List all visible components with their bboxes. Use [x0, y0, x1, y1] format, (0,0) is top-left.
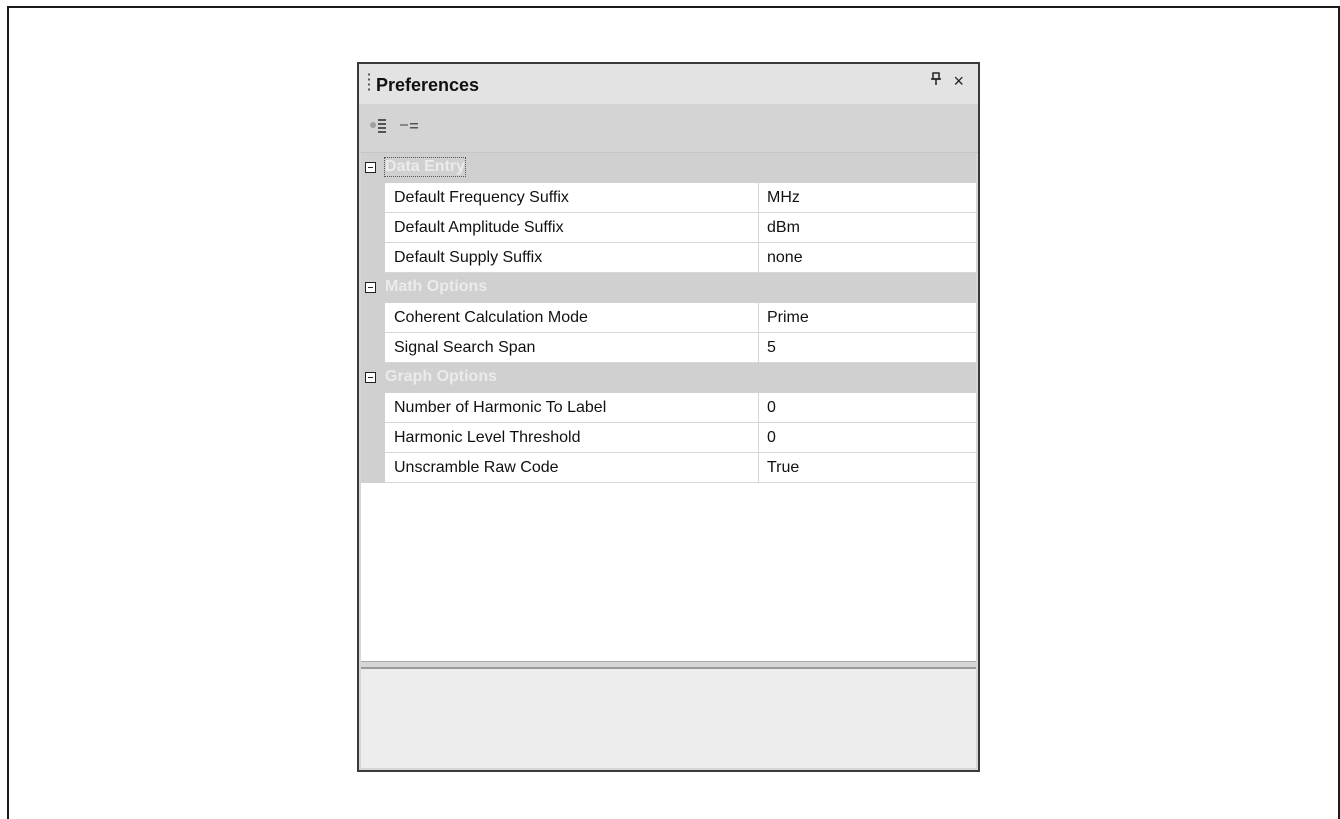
close-icon: × — [953, 71, 964, 91]
property-row[interactable]: Harmonic Level Threshold 0 — [361, 423, 976, 453]
alphabetical-icon — [400, 123, 418, 129]
property-name: Unscramble Raw Code — [394, 459, 559, 476]
property-name: Coherent Calculation Mode — [394, 309, 588, 326]
category-row-graph-options[interactable]: Graph Options — [361, 363, 976, 393]
panel-title: Preferences — [376, 75, 480, 95]
pin-icon — [931, 72, 941, 85]
column-divider[interactable] — [758, 213, 759, 242]
property-value[interactable]: 0 — [767, 429, 776, 447]
collapse-icon[interactable] — [365, 162, 376, 173]
category-label: Data Entry — [383, 157, 467, 177]
category-row-math-options[interactable]: Math Options — [361, 273, 976, 303]
property-name: Harmonic Level Threshold — [394, 429, 581, 446]
column-divider[interactable] — [758, 333, 759, 362]
property-name: Signal Search Span — [394, 339, 536, 356]
categorized-button[interactable] — [369, 118, 391, 136]
property-value[interactable]: True — [767, 459, 799, 477]
property-row[interactable]: Signal Search Span 5 — [361, 333, 976, 363]
category-label: Graph Options — [385, 368, 497, 385]
alphabetical-button[interactable] — [399, 118, 419, 136]
property-row[interactable]: Coherent Calculation Mode Prime — [361, 303, 976, 333]
property-grid: Data Entry Default Frequency Suffix MHz … — [361, 153, 976, 662]
category-label: Math Options — [385, 278, 488, 295]
column-divider[interactable] — [758, 423, 759, 452]
collapse-icon[interactable] — [365, 372, 376, 383]
pin-button[interactable] — [930, 72, 942, 90]
drag-grip-icon[interactable] — [368, 72, 370, 92]
property-name: Default Supply Suffix — [394, 249, 543, 266]
close-button[interactable]: × — [953, 71, 964, 91]
property-row[interactable]: Unscramble Raw Code True — [361, 453, 976, 483]
property-name: Default Frequency Suffix — [394, 189, 569, 206]
collapse-icon[interactable] — [365, 282, 376, 293]
property-row[interactable]: Default Supply Suffix none — [361, 243, 976, 273]
property-name: Number of Harmonic To Label — [394, 399, 607, 416]
column-divider[interactable] — [758, 303, 759, 332]
property-value[interactable]: Prime — [767, 309, 809, 327]
property-toolbar — [359, 104, 978, 153]
preferences-panel: Preferences × Data Entry Default Frequen… — [357, 62, 980, 772]
panel-titlebar[interactable]: Preferences × — [359, 64, 978, 104]
property-value[interactable]: none — [767, 249, 803, 267]
property-value[interactable]: MHz — [767, 189, 800, 207]
property-row[interactable]: Default Amplitude Suffix dBm — [361, 213, 976, 243]
column-divider[interactable] — [758, 453, 759, 482]
property-value[interactable]: 0 — [767, 399, 776, 417]
category-row-data-entry[interactable]: Data Entry — [361, 153, 976, 183]
column-divider[interactable] — [758, 243, 759, 272]
categorized-icon — [370, 119, 386, 133]
property-row[interactable]: Number of Harmonic To Label 0 — [361, 393, 976, 423]
description-pane — [361, 667, 976, 768]
property-value[interactable]: 5 — [767, 339, 776, 357]
property-value[interactable]: dBm — [767, 219, 800, 237]
property-name: Default Amplitude Suffix — [394, 219, 564, 236]
column-divider[interactable] — [758, 393, 759, 422]
column-divider[interactable] — [758, 183, 759, 212]
property-row[interactable]: Default Frequency Suffix MHz — [361, 183, 976, 213]
